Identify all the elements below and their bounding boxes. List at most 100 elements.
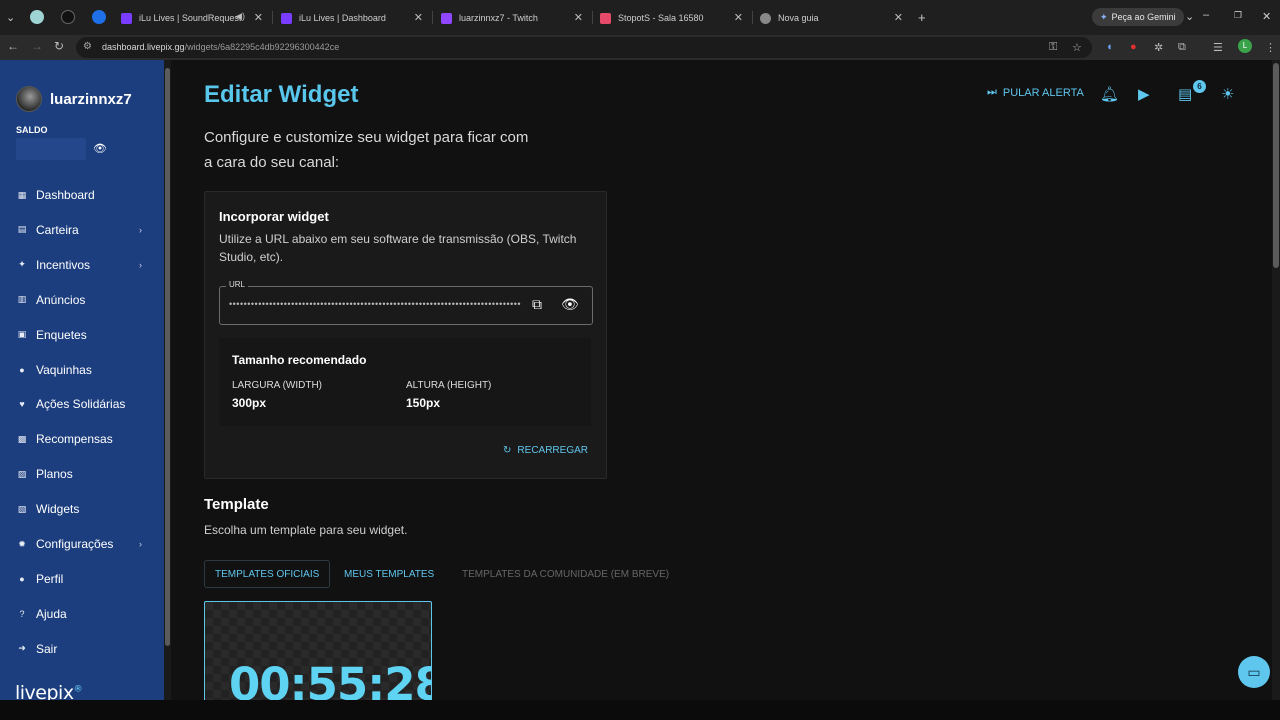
- site-info-icon[interactable]: ⚙: [83, 41, 92, 52]
- profile-avatar[interactable]: L: [1238, 39, 1252, 53]
- url-host: dashboard.livepix.gg: [102, 42, 185, 52]
- minimize-button[interactable]: –: [1203, 9, 1209, 21]
- sidebar-item-label: Widgets: [36, 502, 80, 517]
- sparkle-icon: ✦: [18, 259, 26, 270]
- address-bar[interactable]: ⚙ dashboard.livepix.gg/widgets/6a82295c4…: [76, 37, 1092, 58]
- back-icon[interactable]: ←: [7, 39, 19, 53]
- close-window-button[interactable]: ✕: [1262, 10, 1271, 23]
- tab-separator: [272, 11, 273, 24]
- sidebar-item-acoes-solidarias[interactable]: ♥ Ações Solidárias: [0, 392, 164, 416]
- close-tab-icon[interactable]: ✕: [254, 11, 263, 24]
- tab-dashboard[interactable]: iLu Lives | Dashboard ✕: [281, 6, 423, 30]
- copy-icon[interactable]: ⧉: [532, 296, 542, 313]
- close-tab-icon[interactable]: ✕: [574, 11, 583, 24]
- main-scrollbar[interactable]: [1272, 60, 1280, 700]
- speaker-icon[interactable]: ◀): [235, 11, 245, 22]
- widgets-icon: ▧: [17, 503, 27, 514]
- recommended-size-box: Tamanho recomendado LARGURA (WIDTH) 300p…: [219, 338, 591, 426]
- sidebar-item-carteira[interactable]: ▤ Carteira ›: [0, 218, 164, 242]
- sidebar-item-anuncios[interactable]: ▥ Anúncios: [0, 288, 164, 312]
- sidebar-item-dashboard[interactable]: ▦ Dashboard: [0, 183, 164, 207]
- toggle-balance-eye-icon[interactable]: 👁: [93, 142, 107, 155]
- sidebar-item-configuracoes[interactable]: ✹ Configurações ›: [0, 532, 164, 556]
- widget-url-field[interactable]: URL ••••••••••••••••••••••••••••••••••••…: [219, 280, 593, 325]
- news-icon[interactable]: ▤: [1178, 85, 1192, 103]
- extension-record-icon[interactable]: ●: [1130, 41, 1137, 53]
- tab-nova-guia[interactable]: Nova guia ✕: [760, 6, 903, 30]
- gift-icon: ▩: [17, 433, 27, 444]
- extensions-puzzle-icon[interactable]: ⧉: [1178, 41, 1186, 54]
- close-tab-icon[interactable]: ✕: [414, 11, 423, 24]
- theme-sun-icon[interactable]: ☀: [1221, 85, 1234, 103]
- tab-twitch[interactable]: luarzinnxz7 - Twitch ✕: [441, 6, 583, 30]
- sidebar-scrollbar-thumb[interactable]: [165, 68, 170, 646]
- password-key-icon[interactable]: ⚿: [1049, 41, 1057, 54]
- pinned-tiktok-icon[interactable]: [61, 10, 75, 24]
- reload-label: RECARREGAR: [517, 445, 588, 456]
- avatar[interactable]: [16, 86, 42, 112]
- skip-alert-button[interactable]: ⏭ PULAR ALERTA: [987, 86, 1084, 99]
- sidebar-item-label: Planos: [36, 467, 73, 482]
- logo-mark-icon: ®: [73, 684, 83, 695]
- plans-icon: ▨: [17, 468, 27, 479]
- sidebar-item-planos[interactable]: ▨ Planos: [0, 462, 164, 486]
- sidebar: luarzinnxz7 SALDO 👁 ▦ Dashboard ▤ Carteira ›…: [0, 60, 164, 720]
- reload-button[interactable]: ↻ RECARREGAR: [503, 445, 588, 456]
- news-badge: 6: [1193, 80, 1206, 93]
- sidebar-item-widgets[interactable]: ▧ Widgets: [0, 497, 164, 521]
- extension-icon[interactable]: ✲: [1154, 41, 1163, 54]
- embed-widget-card: Incorporar widget Utilize a URL abaixo e…: [204, 191, 607, 479]
- sidebar-item-label: Dashboard: [36, 188, 95, 202]
- sidebar-item-label: Anúncios: [36, 292, 86, 307]
- new-tab-button[interactable]: +: [918, 10, 926, 25]
- reading-list-icon[interactable]: ☰: [1213, 41, 1223, 54]
- youtube-icon[interactable]: ▶: [1138, 85, 1150, 103]
- forward-icon[interactable]: →: [31, 39, 43, 53]
- embed-title: Incorporar widget: [219, 209, 329, 224]
- tab-official-templates[interactable]: TEMPLATES OFICIAIS: [204, 560, 331, 588]
- url-masked-value[interactable]: ••••••••••••••••••••••••••••••••••••••••…: [229, 299, 521, 309]
- notifications-bell-icon[interactable]: 🔔︎: [1100, 85, 1119, 103]
- pinned-tab-icon-2[interactable]: [92, 10, 106, 24]
- sidebar-username: luarzinnxz7: [50, 91, 132, 108]
- support-chat-button[interactable]: ▭: [1238, 656, 1270, 688]
- wallet-icon: ▤: [17, 224, 27, 235]
- restore-button[interactable]: ❐: [1234, 10, 1242, 21]
- close-tab-icon[interactable]: ✕: [894, 11, 903, 24]
- bookmark-star-icon[interactable]: ☆: [1072, 41, 1082, 54]
- balance-label: SALDO: [16, 125, 48, 135]
- show-url-eye-icon[interactable]: 👁: [561, 296, 579, 313]
- browser-menu-icon[interactable]: ⋮: [1265, 41, 1276, 54]
- sidebar-item-vaquinhas[interactable]: ● Vaquinhas: [0, 358, 164, 382]
- tab-menu-icon[interactable]: ⌄: [1185, 10, 1194, 23]
- tab-soundrequest[interactable]: iLu Lives | SoundRequest ◀) ✕: [121, 6, 263, 30]
- pinned-tab-icon[interactable]: [30, 10, 44, 24]
- reload-icon[interactable]: ↻: [54, 39, 64, 53]
- tab-search-icon[interactable]: ⌄: [6, 11, 15, 24]
- close-tab-icon[interactable]: ✕: [734, 11, 743, 24]
- sidebar-item-incentivos[interactable]: ✦ Incentivos ›: [0, 253, 164, 277]
- sidebar-item-recompensas[interactable]: ▩ Recompensas: [0, 427, 164, 451]
- sidebar-item-sair[interactable]: ➜ Sair: [0, 637, 164, 661]
- poll-icon: ▣: [17, 329, 27, 340]
- main-scrollbar-thumb[interactable]: [1273, 63, 1279, 268]
- sidebar-item-perfil[interactable]: ● Perfil: [0, 567, 164, 591]
- refresh-icon: ↻: [503, 445, 512, 456]
- tab-title: iLu Lives | Dashboard: [299, 13, 386, 23]
- sidebar-item-enquetes[interactable]: ▣ Enquetes: [0, 323, 164, 347]
- piggy-bank-icon: ●: [19, 364, 25, 375]
- tab-stopots[interactable]: StopotS - Sala 16580 ✕: [600, 6, 743, 30]
- tab-favicon: [441, 12, 452, 24]
- sidebar-item-ajuda[interactable]: ? Ajuda: [0, 602, 164, 626]
- extension-audio-icon[interactable]: ◖: [1106, 41, 1113, 53]
- height-value: 150px: [406, 396, 441, 410]
- sidebar-item-label: Incentivos: [36, 257, 91, 272]
- tab-my-templates[interactable]: MEUS TEMPLATES: [334, 560, 444, 588]
- tab-separator: [592, 11, 593, 24]
- template-preview-card[interactable]: 00:55:28: [204, 601, 432, 711]
- sidebar-item-label: Ajuda: [36, 606, 67, 621]
- skip-alert-label: PULAR ALERTA: [1002, 86, 1084, 99]
- gemini-button[interactable]: ✦ Peça ao Gemini: [1092, 8, 1184, 26]
- sidebar-scrollbar[interactable]: [164, 60, 171, 700]
- gemini-icon: ✦: [1100, 11, 1108, 22]
